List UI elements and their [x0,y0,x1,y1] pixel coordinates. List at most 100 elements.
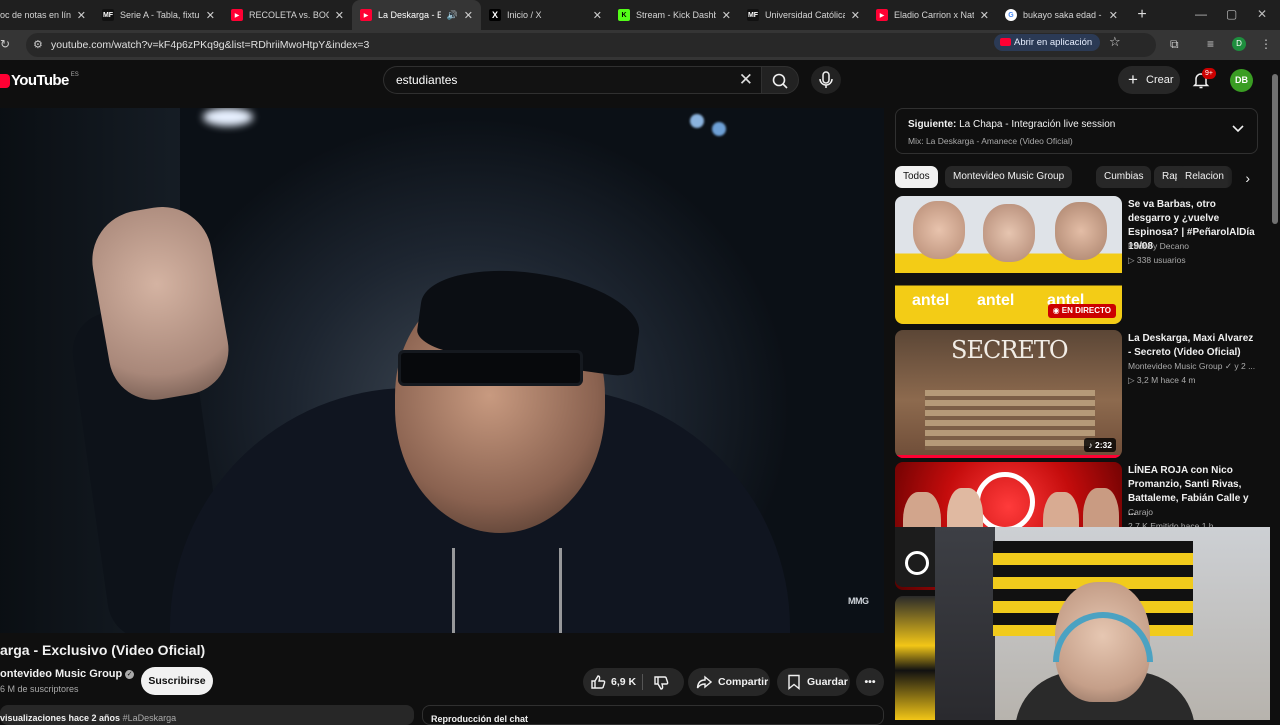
chip-todos[interactable]: Todos [895,166,938,188]
recommendation-meta-text: 3,2 M hace 4 m [1136,375,1196,385]
scrollbar-thumb[interactable] [1272,74,1278,224]
player-face [1055,202,1107,260]
player-face [913,201,965,259]
like-thumb-icon[interactable] [590,674,606,690]
browser-tab[interactable]: oc de notas en línea ✕ [0,0,94,30]
browser-tab[interactable]: K Stream - Kick Dashbo ✕ [610,0,739,30]
close-tab-icon[interactable]: ✕ [464,9,473,22]
close-tab-icon[interactable]: ✕ [1109,9,1118,22]
recommendation-item[interactable]: antel antel antel ◉ EN DIRECTO Se va Bar… [895,196,1258,324]
youtube-logo[interactable]: YouTube ES [0,72,79,89]
recommendation-channel[interactable]: Carajo [1128,507,1153,517]
omnibox[interactable]: ⚙ youtube.com/watch?v=kF4p6zPKq9g&list=R… [26,33,1156,57]
recommendation-item[interactable]: SECRETO ♪ 2:32 La Deskarga, Maxi Alvarez… [895,330,1258,458]
like-count[interactable]: 6,9 K [611,668,636,696]
recommendation-meta: ▷ 3,2 M hace 4 m [1128,375,1196,386]
video-thumbnail[interactable]: antel antel antel ◉ EN DIRECTO [895,196,1122,324]
chevron-right-icon[interactable]: › [1227,166,1258,190]
clear-search-icon[interactable]: ✕ [739,70,753,90]
chip-montevideo-music-group[interactable]: Montevideo Music Group [945,166,1073,188]
thumbnail-sponsor-text: antel [912,292,950,309]
site-info-icon[interactable]: ⚙ [33,38,43,51]
recommendation-title[interactable]: La Deskarga, Maxi Alvarez - Secreto (Vid… [1128,332,1258,360]
channel-name-text[interactable]: ontevideo Music Group [0,668,122,680]
new-tab-button[interactable]: + [1130,6,1154,24]
page-scrollbar[interactable] [1270,60,1280,720]
more-actions-button[interactable]: ••• [856,668,884,696]
dislike-thumb-icon[interactable] [653,675,669,691]
tab-title: oc de notas en línea [0,10,71,20]
close-tab-icon[interactable]: ✕ [722,9,731,22]
youtube-favicon-icon: ▶ [360,9,372,21]
close-tab-icon[interactable]: ✕ [980,9,989,22]
search-input[interactable]: estudiantes ✕ [383,66,761,94]
minimize-icon[interactable]: — [1195,7,1207,21]
close-tab-icon[interactable]: ✕ [335,9,344,22]
close-tab-icon[interactable]: ✕ [77,9,86,22]
browser-profile-avatar[interactable]: D [1232,37,1246,51]
video-thumbnail[interactable]: SECRETO ♪ 2:32 [895,330,1122,458]
kick-favicon-icon: K [618,9,630,21]
browser-tab[interactable]: G bukayo saka edad - B ✕ [997,0,1126,30]
hashtag-link[interactable]: #LaDeskarga [123,713,177,723]
divider [642,674,643,690]
video-title: arga - Exclusivo (Video Oficial) [0,642,206,658]
media-control-icon[interactable]: ≡ [1207,37,1214,51]
share-button[interactable]: Compartir [688,668,770,696]
description-box[interactable]: visualizaciones hace 2 años #LaDeskarga [0,705,414,725]
youtube-favicon-icon: ▶ [876,9,888,21]
bookmark-star-icon[interactable]: ☆ [1109,34,1121,50]
browser-tab[interactable]: ▶ Eladio Carrion x Nata ✕ [868,0,997,30]
create-label: Crear [1146,74,1174,86]
save-label: Guardar [807,676,848,688]
video-player[interactable]: MMG [0,108,884,633]
browser-tab[interactable]: MF Serie A - Tabla, fixture ✕ [94,0,223,30]
search-button[interactable] [761,66,799,94]
reload-icon[interactable]: ↻ [0,37,10,51]
channel-name[interactable]: ontevideo Music Group ✓ [0,668,135,680]
subscribe-button[interactable]: Suscribirse [141,667,213,695]
open-in-app-label: Abrir en aplicación [1014,37,1093,48]
recommendation-channel-text[interactable]: Montevideo Music Group [1128,361,1223,371]
chip-cumbias[interactable]: Cumbias [1096,166,1152,188]
recommendation-meta-text: 338 usuarios [1136,255,1186,265]
recommendation-channel[interactable]: Montevideo Music Group ✓ y 2 ... [1128,361,1255,372]
maximize-icon[interactable]: ▢ [1226,7,1237,21]
up-next-panel[interactable]: Siguiente: La Chapa - Integración live s… [895,108,1258,154]
account-avatar[interactable]: DB [1230,69,1253,92]
browser-tab[interactable]: X Inicio / X ✕ [481,0,610,30]
video-frame-light [690,114,704,128]
voice-search-button[interactable] [811,66,841,94]
share-arrow-icon [696,675,712,689]
browser-menu-icon[interactable]: ⋮ [1260,37,1272,51]
x-favicon-icon: X [489,9,501,21]
close-tab-icon[interactable]: ✕ [593,9,602,22]
chevron-down-icon[interactable] [1231,121,1245,135]
search-icon [772,73,788,89]
recommendation-channel[interactable]: Padre y Decano [1128,241,1189,251]
open-in-app-button[interactable]: Abrir en aplicación [994,34,1101,51]
like-dislike-bar: 6,9 K [583,668,684,696]
create-button[interactable]: + Crear [1118,66,1180,94]
notification-count-badge: 9+ [1202,68,1216,79]
browser-tab[interactable]: ▶ RECOLETA vs. BOCA ✕ [223,0,352,30]
subscriber-count: 6 M de suscriptores [0,684,79,694]
extensions-icon[interactable]: ⧉ [1170,37,1179,52]
chat-replay-panel[interactable]: Reproducción del chat [422,705,884,725]
tab-title: Stream - Kick Dashbo [636,10,716,20]
close-tab-icon[interactable]: ✕ [206,9,215,22]
close-tab-icon[interactable]: ✕ [851,9,860,22]
tab-title: bukayo saka edad - B [1023,10,1103,20]
close-window-icon[interactable]: ✕ [1257,7,1267,21]
search-query-text[interactable]: estudiantes [396,73,457,87]
logo-wordmark: YouTube [11,72,69,89]
chip-relacion[interactable]: Relacion [1177,166,1232,188]
browser-tab[interactable]: MF Universidad Católica ✕ [739,0,868,30]
browser-tab-active[interactable]: ▶ La Deskarga - Exc 🔊 ✕ [352,0,481,30]
url-text[interactable]: youtube.com/watch?v=kF4p6zPKq9g&list=RDh… [51,39,369,51]
save-button[interactable]: Guardar [777,668,850,696]
audio-playing-icon[interactable]: 🔊 [447,10,458,21]
youtube-header: YouTube ES estudiantes ✕ + Crear 9+ DB [0,60,1280,104]
thumbnail-title-text: SECRETO [951,336,1069,364]
video-frame-light [712,122,726,136]
